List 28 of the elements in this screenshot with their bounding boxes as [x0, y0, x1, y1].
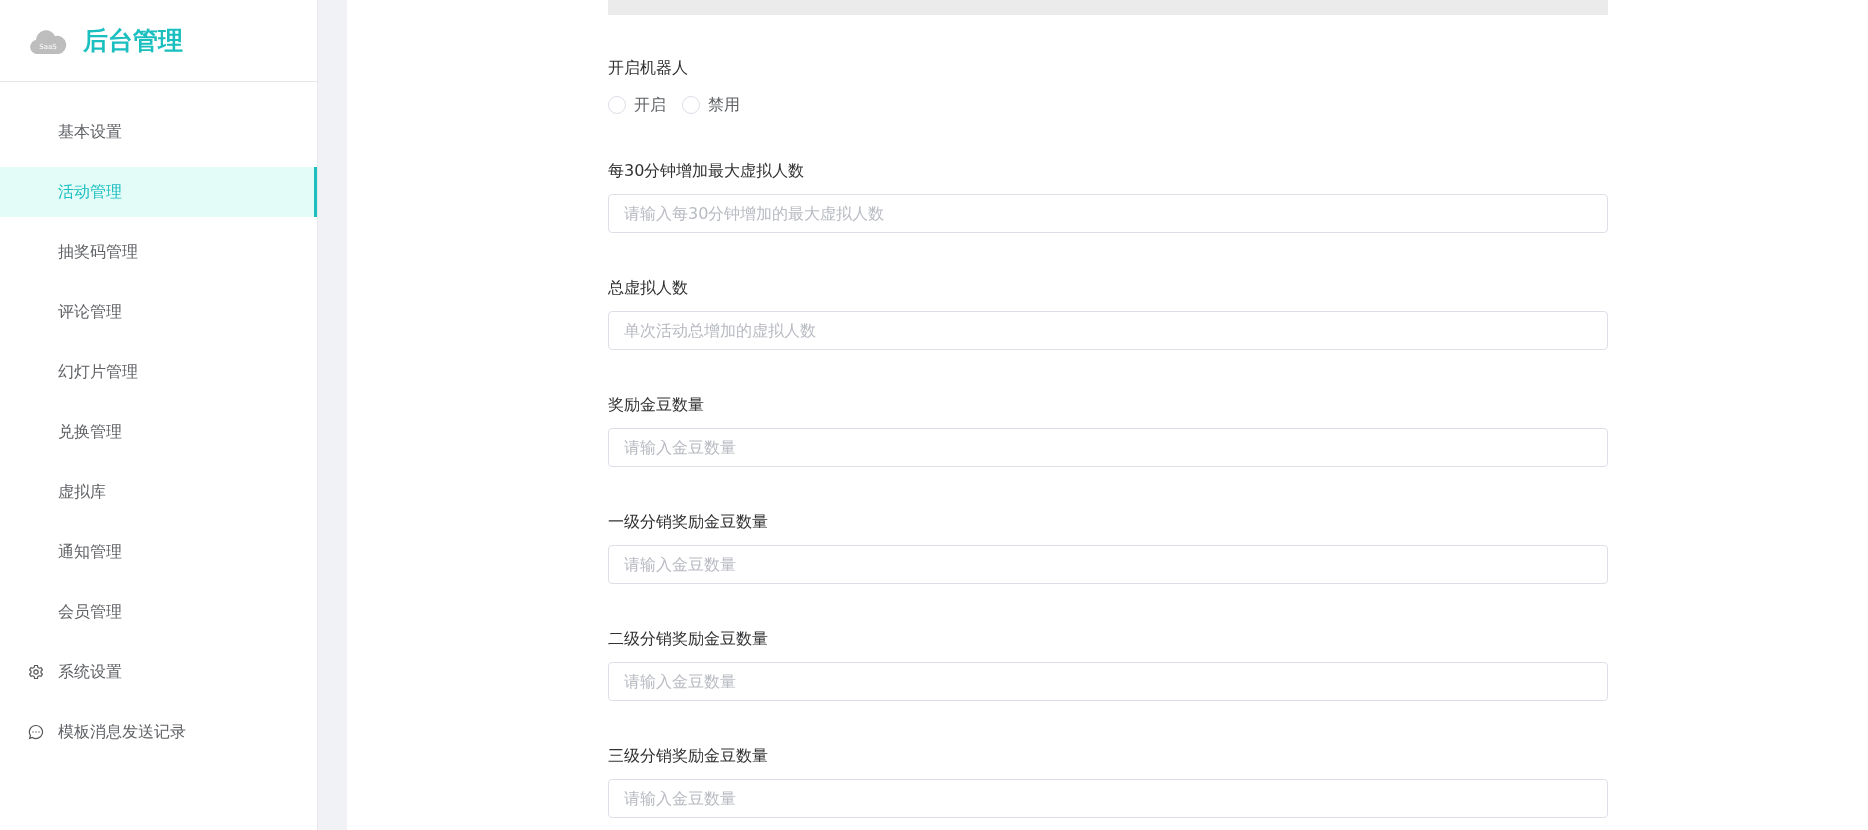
input-field[interactable]: 请输入金豆数量 — [608, 428, 1608, 467]
settings-icon — [28, 664, 44, 680]
field-label: 二级分销奖励金豆数量 — [608, 628, 769, 650]
radio-option[interactable]: 禁用 — [682, 94, 740, 116]
field-label: 一级分销奖励金豆数量 — [608, 511, 769, 533]
app-title: 后台管理 — [83, 25, 183, 57]
sidebar-item[interactable]: 抽奖码管理 — [0, 227, 317, 277]
sidebar-item[interactable]: 评论管理 — [0, 287, 317, 337]
sidebar-item[interactable]: 通知管理 — [0, 527, 317, 577]
sidebar-item[interactable]: 幻灯片管理 — [0, 347, 317, 397]
sidebar-item[interactable]: 模板消息发送记录 — [0, 707, 317, 757]
field-label: 开启机器人 — [608, 57, 689, 79]
field-label: 奖励金豆数量 — [608, 394, 705, 416]
radio-option[interactable]: 开启 — [608, 94, 666, 116]
input-field[interactable]: 请输入金豆数量 — [608, 779, 1608, 818]
sidebar-item[interactable]: 会员管理 — [0, 587, 317, 637]
sidebar-item[interactable]: 兑换管理 — [0, 407, 317, 457]
sidebar-item[interactable]: 基本设置 — [0, 107, 317, 157]
input-field[interactable]: 请输入金豆数量 — [608, 545, 1608, 584]
field-label: 总虚拟人数 — [608, 277, 689, 299]
field-label: 每30分钟增加最大虚拟人数 — [608, 160, 806, 182]
input-field[interactable]: 请输入每30分钟增加的最大虚拟人数 — [608, 194, 1608, 233]
input-field[interactable]: 请输入金豆数量 — [608, 662, 1608, 701]
chat-bubble-icon — [28, 724, 44, 740]
sidebar-item[interactable]: 虚拟库 — [0, 467, 317, 517]
input-field[interactable]: 单次活动总增加的虚拟人数 — [608, 311, 1608, 350]
sidebar-item[interactable]: 系统设置 — [0, 647, 317, 697]
field-label: 三级分销奖励金豆数量 — [608, 745, 769, 767]
